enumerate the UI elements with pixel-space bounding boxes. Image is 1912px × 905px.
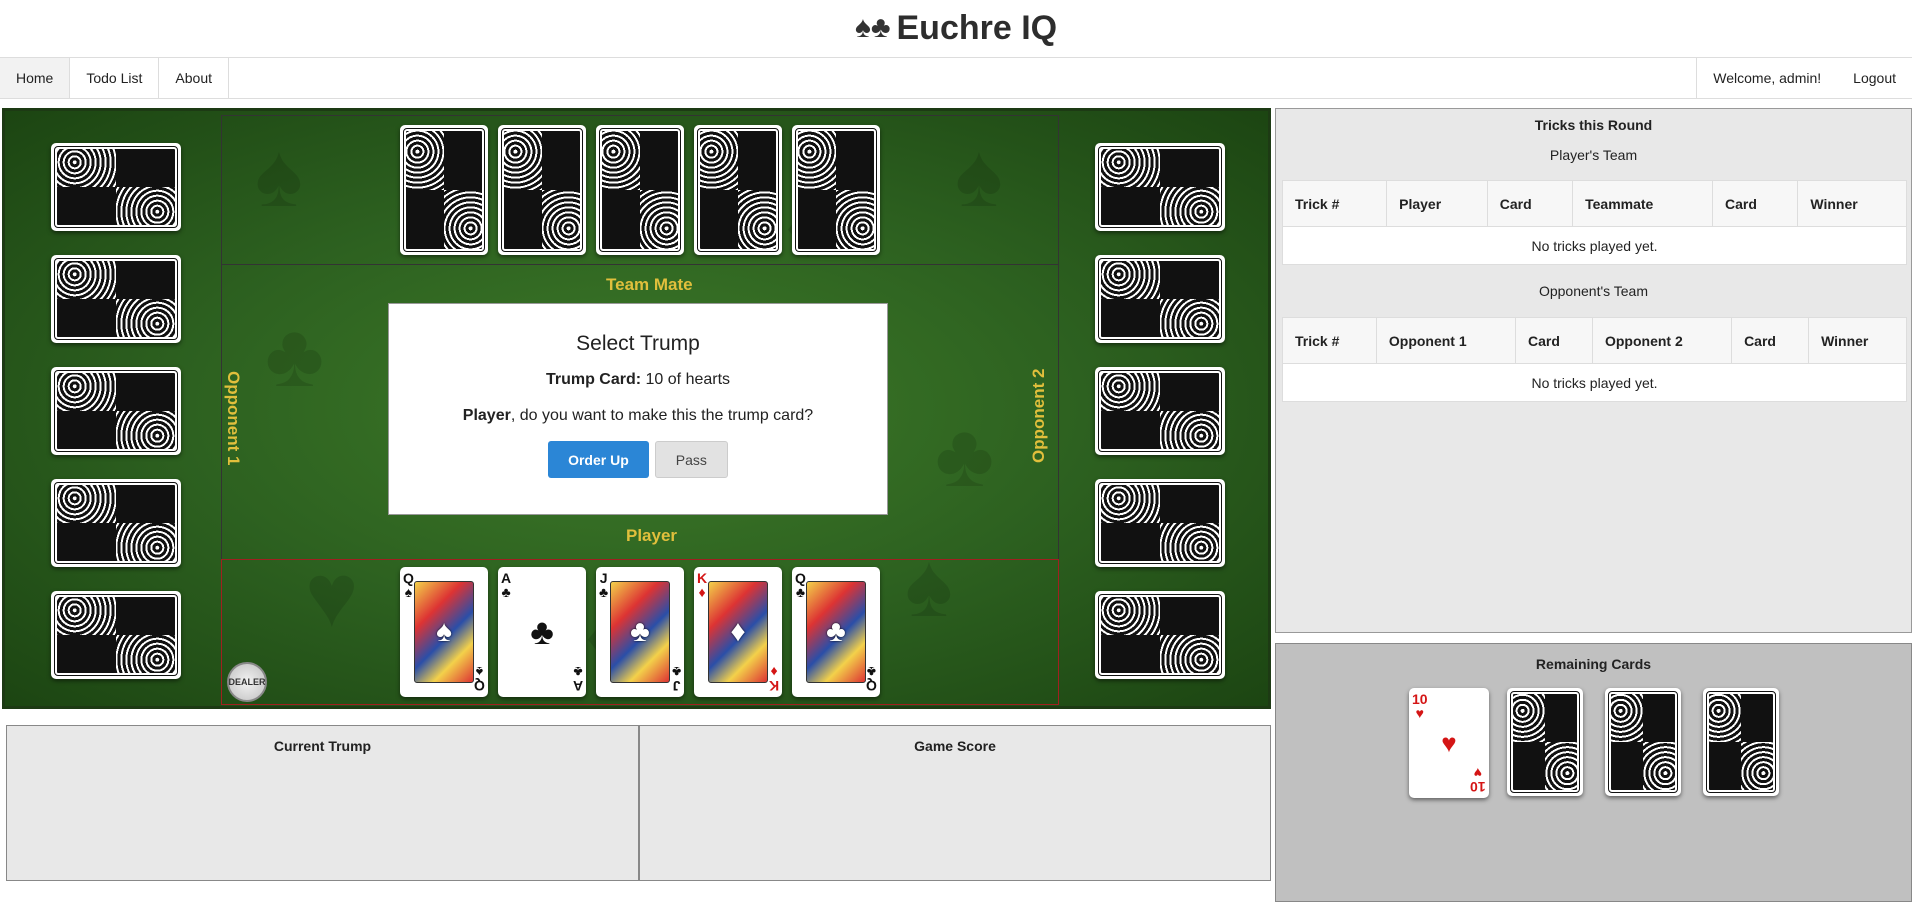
game-board: ♠♥♣♦♠ ♣♣♥♠♦ Team Mate Player Opponent 1 … — [2, 108, 1271, 709]
opponent2-card-back — [1095, 591, 1225, 679]
player-card[interactable]: A ♣ ♣ A ♣ — [498, 567, 586, 697]
column-header: Winner — [1808, 317, 1907, 364]
opponent2-card-back — [1095, 143, 1225, 231]
pass-button[interactable]: Pass — [654, 441, 728, 478]
top-nav: Home Todo List About Welcome, admin! Log… — [0, 57, 1912, 99]
welcome-text: Welcome, admin! — [1696, 58, 1837, 98]
column-header: Player — [1386, 180, 1488, 227]
opponents-team-title: Opponent's Team — [1538, 283, 1649, 299]
column-header: Teammate — [1572, 180, 1713, 227]
heart-pip-icon: ♥ — [1441, 727, 1457, 758]
column-header: Card — [1486, 180, 1574, 227]
queen-of-spades-art: ♠ — [414, 581, 474, 683]
player-card[interactable]: Q ♠ ♠ Q ♠ — [400, 567, 488, 697]
opponent1-label: Opponent 1 — [224, 371, 243, 466]
app-title: Euchre IQ — [896, 8, 1058, 47]
column-header: Winner — [1797, 180, 1907, 227]
player-card[interactable]: J ♣ ♣ J ♣ — [596, 567, 684, 697]
remaining-card-face: 10 ♥ ♥ 10 ♥ — [1409, 688, 1489, 798]
current-trump-title: Current Trump — [273, 738, 372, 754]
opponent2-card-back — [1095, 367, 1225, 455]
dealer-chip: DEALER — [227, 662, 267, 702]
logout-link[interactable]: Logout — [1837, 58, 1912, 98]
remaining-card-back — [1703, 688, 1779, 796]
nav-todo-list[interactable]: Todo List — [70, 58, 160, 98]
queen-of-clubs-art: ♣ — [806, 581, 866, 683]
select-trump-dialog: Select Trump Trump Card: 10 of hearts Pl… — [388, 303, 888, 515]
opponent1-card-back — [51, 143, 181, 231]
opponent1-card-back — [51, 591, 181, 679]
column-header: Card — [1731, 317, 1810, 364]
opponent2-label: Opponent 2 — [1029, 368, 1048, 463]
player-label: Player — [626, 526, 678, 545]
card-suits-icon: ♠♣ — [854, 11, 891, 44]
player-card[interactable]: Q ♣ ♣ Q ♣ — [792, 567, 880, 697]
app-header: ♠♣ Euchre IQ — [0, 0, 1912, 56]
opponent2-card-back — [1095, 255, 1225, 343]
teammate-card-back — [498, 125, 586, 255]
column-header: Card — [1711, 180, 1799, 227]
players-team-title: Player's Team — [1549, 147, 1638, 163]
nav-about[interactable]: About — [159, 58, 229, 98]
trump-question: Player, do you want to make this the tru… — [462, 407, 814, 424]
teammate-card-back — [792, 125, 880, 255]
tricks-panel: Tricks this Round Player's Team Trick # … — [1275, 108, 1912, 633]
empty-row: No tricks played yet. — [1282, 226, 1907, 265]
tricks-title: Tricks this Round — [1534, 117, 1653, 133]
column-header: Trick # — [1282, 317, 1377, 364]
opponent1-card-back — [51, 255, 181, 343]
teammate-card-back — [400, 125, 488, 255]
opponent1-card-back — [51, 367, 181, 455]
teammate-card-back — [694, 125, 782, 255]
column-header: Trick # — [1281, 180, 1388, 227]
empty-row: No tricks played yet. — [1282, 363, 1907, 402]
opponent2-card-back — [1095, 479, 1225, 567]
remaining-card-back — [1507, 688, 1583, 796]
trump-card-text: Trump Card: 10 of hearts — [545, 371, 731, 388]
teammate-card-back — [596, 125, 684, 255]
remaining-cards-title: Remaining Cards — [1535, 656, 1652, 672]
dialog-title: Select Trump — [576, 332, 700, 355]
club-pip-icon: ♣ — [530, 611, 554, 652]
opponents-tricks-table: Trick # Opponent 1 Card Opponent 2 Card … — [1282, 317, 1907, 402]
king-of-diamonds-art: ♦ — [708, 581, 768, 683]
opponent1-card-back — [51, 479, 181, 567]
order-up-button[interactable]: Order Up — [548, 441, 649, 478]
column-header: Opponent 2 — [1591, 317, 1733, 364]
column-header: Card — [1514, 317, 1593, 364]
nav-home[interactable]: Home — [0, 58, 71, 98]
remaining-card-back — [1605, 688, 1681, 796]
column-header: Opponent 1 — [1375, 317, 1516, 364]
players-tricks-table: Trick # Player Card Teammate Card Winner… — [1281, 180, 1907, 265]
remaining-cards-panel: Remaining Cards 10 ♥ ♥ 10 ♥ — [1275, 643, 1912, 902]
player-card[interactable]: K ♦ ♦ K ♦ — [694, 567, 782, 697]
jack-of-clubs-art: ♣ — [610, 581, 670, 683]
current-trump-panel: Current Trump — [6, 725, 639, 881]
game-score-title: Game Score — [914, 738, 996, 754]
app-logo: ♠♣ Euchre IQ — [855, 9, 1057, 48]
team-mate-label: Team Mate — [606, 275, 693, 294]
game-score-panel: Game Score — [639, 725, 1271, 881]
